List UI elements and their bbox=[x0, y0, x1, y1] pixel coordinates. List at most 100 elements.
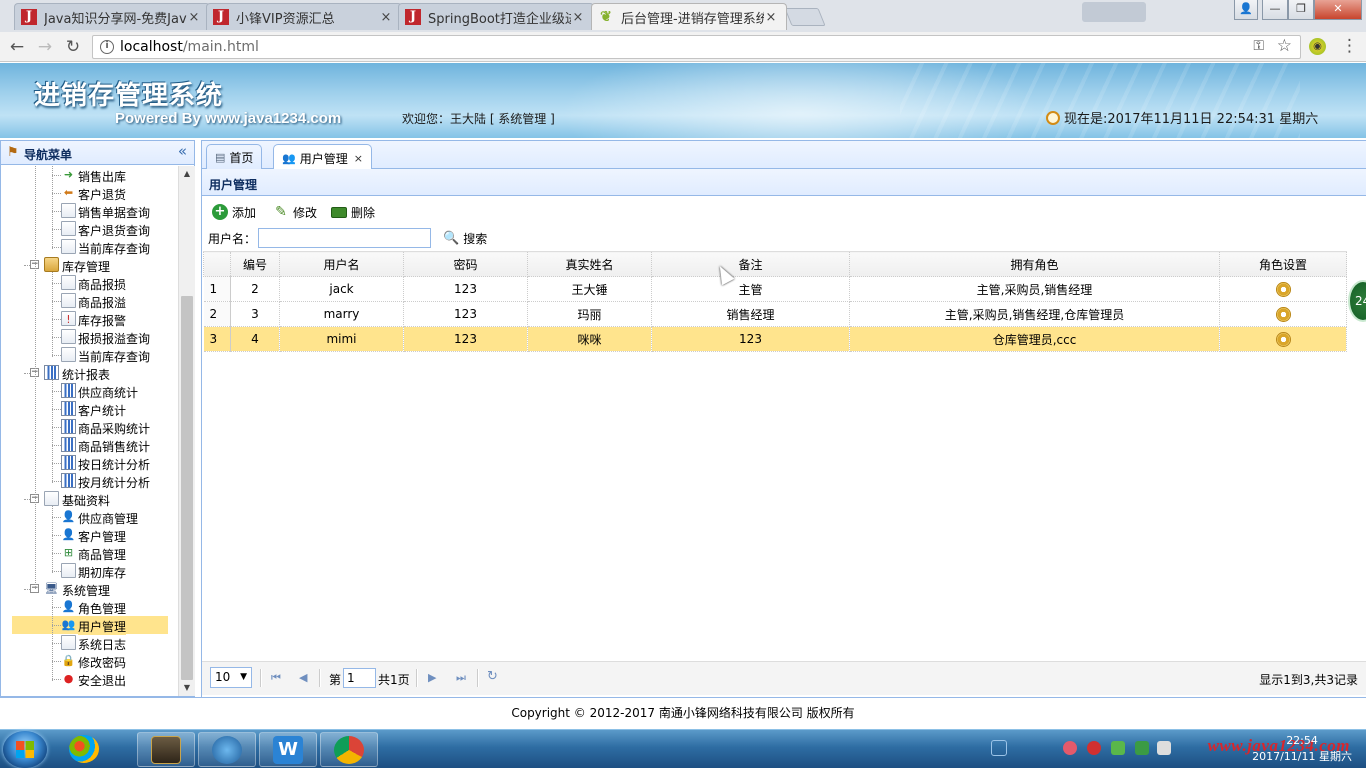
scroll-thumb[interactable] bbox=[181, 296, 193, 680]
nav-item[interactable]: 供应商统计 bbox=[1, 382, 178, 400]
close-icon[interactable]: × bbox=[354, 152, 363, 165]
taskbar-app[interactable] bbox=[56, 732, 114, 767]
back-icon[interactable]: ← bbox=[6, 36, 28, 58]
info-icon[interactable]: i bbox=[100, 40, 114, 54]
next-page-icon[interactable]: ▶ bbox=[428, 671, 436, 684]
gear-icon[interactable] bbox=[1275, 281, 1291, 297]
page-size-select[interactable]: 10 ▼ bbox=[210, 667, 252, 688]
column-header-password[interactable]: 密码 bbox=[403, 251, 528, 277]
minimize-button[interactable]: — bbox=[1262, 0, 1288, 20]
system-tray: www.java1234.com 22:54 2017/11/11 星期六 bbox=[991, 730, 1366, 768]
nav-item[interactable]: 当前库存查询 bbox=[1, 346, 178, 364]
tray-clock[interactable]: 22:54 2017/11/11 星期六 bbox=[1252, 733, 1352, 765]
nav-item[interactable]: 按月统计分析 bbox=[1, 472, 178, 490]
browser-menu-icon[interactable]: ⋮ bbox=[1341, 37, 1358, 55]
page-number-input[interactable]: 1 bbox=[343, 668, 376, 688]
nav-item[interactable]: 👤 角色管理 bbox=[1, 598, 178, 616]
nav-item[interactable]: 销售单据查询 bbox=[1, 202, 178, 220]
key-icon[interactable]: ⚿ bbox=[1253, 38, 1264, 54]
nav-item[interactable]: 客户退货查询 bbox=[1, 220, 178, 238]
nav-item[interactable]: ⊞ 商品管理 bbox=[1, 544, 178, 562]
new-tab-button[interactable] bbox=[784, 8, 826, 26]
browser-tab-admin[interactable]: ❦ 后台管理-进销存管理系统 × bbox=[591, 3, 787, 30]
nav-item[interactable]: ! 库存报警 bbox=[1, 310, 178, 328]
gear-icon[interactable] bbox=[1275, 306, 1291, 322]
column-header-role-setting[interactable]: 角色设置 bbox=[1219, 251, 1347, 277]
wps-writer-icon: W bbox=[273, 736, 303, 764]
browser-tab-java-share[interactable]: J Java知识分享网-免费Jav × bbox=[14, 3, 210, 30]
nav-item[interactable]: 按日统计分析 bbox=[1, 454, 178, 472]
nav-item[interactable]: ➜ 销售出库 bbox=[1, 166, 178, 184]
table-row[interactable]: 3 4 mimi 123 咪咪 123 仓库管理员,ccc bbox=[203, 326, 1347, 352]
tray-network-icon[interactable] bbox=[1111, 741, 1125, 755]
url-input[interactable]: i localhost/main.html ⚿ ☆ bbox=[92, 35, 1301, 59]
nav-item[interactable]: 当前库存查询 bbox=[1, 238, 178, 256]
close-icon[interactable]: × bbox=[187, 10, 201, 25]
close-icon[interactable]: × bbox=[571, 10, 585, 25]
nav-item[interactable]: 报损报溢查询 bbox=[1, 328, 178, 346]
scroll-down-icon[interactable]: ▼ bbox=[179, 680, 195, 696]
nav-scrollbar[interactable]: ▲ ▼ bbox=[178, 166, 195, 696]
nav-item[interactable]: ⬅ 客户退货 bbox=[1, 184, 178, 202]
bookmark-star-icon[interactable]: ☆ bbox=[1277, 36, 1292, 56]
first-page-icon[interactable]: ⏮ bbox=[271, 671, 281, 685]
tree-connector bbox=[52, 166, 53, 249]
nav-item[interactable]: 商品报损 bbox=[1, 274, 178, 292]
nav-item-label: 客户统计 bbox=[78, 404, 127, 418]
edit-button[interactable]: ✎ 修改 bbox=[273, 203, 317, 221]
shield-icon[interactable] bbox=[1135, 741, 1149, 755]
column-header-id[interactable]: 编号 bbox=[230, 251, 280, 277]
forward-icon[interactable]: → bbox=[34, 36, 56, 58]
scroll-up-icon[interactable]: ▲ bbox=[179, 166, 195, 182]
add-button[interactable]: + 添加 bbox=[212, 203, 256, 221]
delete-button[interactable]: 删除 bbox=[331, 203, 375, 221]
cell-password: 123 bbox=[403, 326, 528, 352]
taskbar-app[interactable] bbox=[137, 732, 195, 767]
table-row[interactable]: 2 3 marry 123 玛丽 销售经理 主管,采购员,销售经理,仓库管理员 bbox=[203, 301, 1347, 327]
nav-item[interactable]: ● 安全退出 bbox=[1, 670, 178, 688]
gear-icon[interactable] bbox=[1275, 331, 1291, 347]
tray-flower-icon[interactable] bbox=[1063, 741, 1077, 755]
nav-item[interactable]: 期初库存 bbox=[1, 562, 178, 580]
tab-user-management[interactable]: 👥 用户管理 × bbox=[273, 144, 372, 171]
nav-item[interactable]: 👤 供应商管理 bbox=[1, 508, 178, 526]
user-icon[interactable]: 👤 bbox=[1234, 0, 1258, 20]
keyboard-icon[interactable] bbox=[991, 740, 1007, 756]
prev-page-icon[interactable]: ◀ bbox=[299, 671, 307, 684]
nav-item[interactable]: 👥 用户管理 bbox=[12, 616, 168, 635]
column-header-username[interactable]: 用户名 bbox=[279, 251, 404, 277]
tab-home[interactable]: ▤ 首页 bbox=[206, 144, 263, 170]
reload-icon[interactable]: ↻ bbox=[62, 36, 84, 58]
column-header-roles[interactable]: 拥有角色 bbox=[849, 251, 1220, 277]
close-icon[interactable]: × bbox=[379, 10, 393, 25]
nav-item[interactable]: 商品采购统计 bbox=[1, 418, 178, 436]
username-search-input[interactable] bbox=[258, 228, 432, 248]
extension-icon[interactable]: ◉ bbox=[1309, 38, 1326, 55]
taskbar-app[interactable] bbox=[198, 732, 256, 767]
close-window-button[interactable]: ✕ bbox=[1314, 0, 1362, 20]
volume-icon[interactable] bbox=[1157, 741, 1171, 755]
search-button[interactable]: 🔍 搜索 bbox=[443, 230, 487, 247]
tray-security-icon[interactable] bbox=[1087, 741, 1101, 755]
start-button[interactable] bbox=[3, 731, 47, 768]
column-header-realname[interactable]: 真实姓名 bbox=[527, 251, 652, 277]
nav-item[interactable]: 系统日志 bbox=[1, 634, 178, 652]
taskbar-app[interactable] bbox=[320, 732, 378, 767]
profile-button[interactable] bbox=[1082, 2, 1146, 22]
refresh-icon[interactable]: ↻ bbox=[487, 669, 498, 684]
browser-tab-springboot[interactable]: J SpringBoot打造企业级进 × bbox=[398, 3, 594, 30]
nav-item[interactable]: 商品报溢 bbox=[1, 292, 178, 310]
nav-item[interactable]: 🔒 修改密码 bbox=[1, 652, 178, 670]
nav-item[interactable]: 商品销售统计 bbox=[1, 436, 178, 454]
collapse-icon[interactable]: « bbox=[178, 142, 187, 160]
nav-item[interactable]: 👤 客户管理 bbox=[1, 526, 178, 544]
taskbar-app[interactable]: W bbox=[259, 732, 317, 767]
column-header-remark[interactable]: 备注 bbox=[651, 251, 850, 277]
close-icon[interactable]: × bbox=[764, 10, 778, 25]
last-page-icon[interactable]: ⏭ bbox=[456, 671, 466, 685]
browser-tab-vip[interactable]: J 小锋VIP资源汇总 × bbox=[206, 3, 402, 30]
table-row[interactable]: 1 2 jack 123 王大锤 主管 主管,采购员,销售经理 bbox=[203, 276, 1347, 302]
nav-item[interactable]: 客户统计 bbox=[1, 400, 178, 418]
java-j-icon: J bbox=[21, 9, 37, 25]
maximize-button[interactable]: ❐ bbox=[1288, 0, 1314, 20]
